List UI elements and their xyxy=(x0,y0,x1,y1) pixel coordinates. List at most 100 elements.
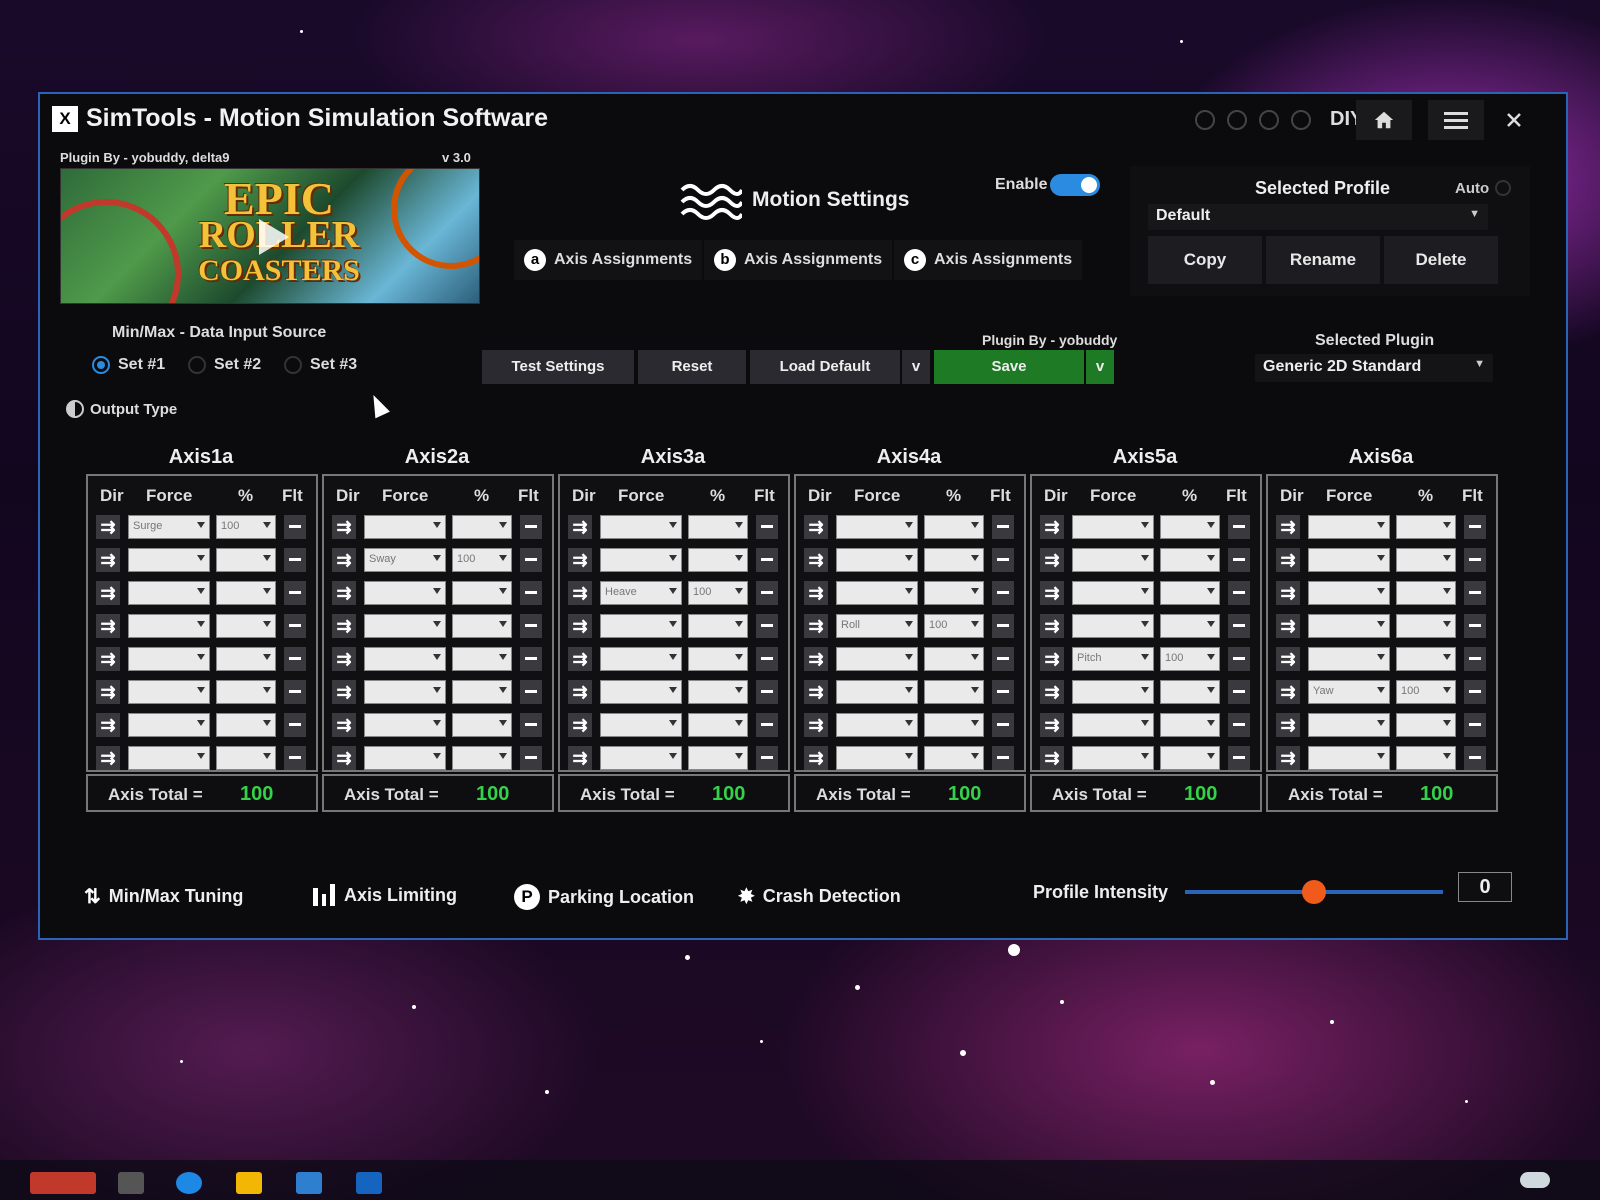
filter-button[interactable] xyxy=(284,713,306,737)
title-bar[interactable]: X SimTools - Motion Simulation Software … xyxy=(40,94,1566,144)
direction-arrow-icon[interactable]: ⇉ xyxy=(96,713,120,737)
force-dropdown[interactable]: Sway xyxy=(364,548,446,572)
force-dropdown[interactable] xyxy=(1072,581,1154,605)
direction-arrow-icon[interactable]: ⇉ xyxy=(332,680,356,704)
minmax-tuning-button[interactable]: ⇅ Min/Max Tuning xyxy=(84,884,243,909)
set-3-option[interactable]: Set #3 xyxy=(284,356,357,374)
direction-arrow-icon[interactable]: ⇉ xyxy=(1040,581,1064,605)
force-dropdown[interactable] xyxy=(1072,515,1154,539)
force-dropdown[interactable] xyxy=(1308,647,1390,671)
menu-button[interactable] xyxy=(1428,100,1484,140)
percent-dropdown[interactable] xyxy=(452,581,512,605)
percent-dropdown[interactable] xyxy=(216,548,276,572)
filter-button[interactable] xyxy=(1464,515,1486,539)
tab-axis-assignments-b[interactable]: b Axis Assignments xyxy=(704,240,893,280)
direction-arrow-icon[interactable]: ⇉ xyxy=(1040,548,1064,572)
filter-button[interactable] xyxy=(1228,515,1250,539)
force-dropdown[interactable] xyxy=(1308,515,1390,539)
radio[interactable] xyxy=(188,356,206,374)
filter-button[interactable] xyxy=(756,581,778,605)
force-dropdown[interactable]: Yaw xyxy=(1308,680,1390,704)
percent-dropdown[interactable] xyxy=(452,515,512,539)
play-icon[interactable] xyxy=(259,219,289,255)
percent-dropdown[interactable] xyxy=(1160,548,1220,572)
filter-button[interactable] xyxy=(1228,680,1250,704)
filter-button[interactable] xyxy=(992,647,1014,671)
filter-button[interactable] xyxy=(1228,581,1250,605)
force-dropdown[interactable] xyxy=(1072,614,1154,638)
force-dropdown[interactable] xyxy=(1072,548,1154,572)
force-dropdown[interactable] xyxy=(836,581,918,605)
force-dropdown[interactable] xyxy=(364,746,446,770)
percent-dropdown[interactable] xyxy=(924,647,984,671)
filter-button[interactable] xyxy=(756,614,778,638)
filter-button[interactable] xyxy=(1228,746,1250,770)
direction-arrow-icon[interactable]: ⇉ xyxy=(332,515,356,539)
percent-dropdown[interactable] xyxy=(216,680,276,704)
filter-button[interactable] xyxy=(992,713,1014,737)
percent-dropdown[interactable] xyxy=(452,713,512,737)
force-dropdown[interactable] xyxy=(1072,680,1154,704)
filter-button[interactable] xyxy=(1464,647,1486,671)
force-dropdown[interactable]: Roll xyxy=(836,614,918,638)
force-dropdown[interactable] xyxy=(128,614,210,638)
direction-arrow-icon[interactable]: ⇉ xyxy=(96,581,120,605)
percent-dropdown[interactable] xyxy=(1160,680,1220,704)
force-dropdown[interactable] xyxy=(128,548,210,572)
percent-dropdown[interactable] xyxy=(924,548,984,572)
percent-dropdown[interactable] xyxy=(216,713,276,737)
percent-dropdown[interactable] xyxy=(1396,647,1456,671)
filter-button[interactable] xyxy=(1228,647,1250,671)
percent-dropdown[interactable] xyxy=(688,746,748,770)
percent-dropdown[interactable] xyxy=(1396,548,1456,572)
direction-arrow-icon[interactable]: ⇉ xyxy=(568,746,592,770)
force-dropdown[interactable] xyxy=(1308,713,1390,737)
percent-dropdown[interactable] xyxy=(452,614,512,638)
load-default-button[interactable]: Load Default xyxy=(750,350,900,384)
percent-dropdown[interactable]: 100 xyxy=(924,614,984,638)
test-settings-button[interactable]: Test Settings xyxy=(482,350,634,384)
crash-detection-button[interactable]: ✸ Crash Detection xyxy=(738,884,901,909)
direction-arrow-icon[interactable]: ⇉ xyxy=(332,746,356,770)
filter-button[interactable] xyxy=(992,515,1014,539)
force-dropdown[interactable] xyxy=(128,647,210,671)
filter-button[interactable] xyxy=(520,647,542,671)
percent-dropdown[interactable] xyxy=(1160,515,1220,539)
filter-button[interactable] xyxy=(284,746,306,770)
axis-limiting-button[interactable]: Axis Limiting xyxy=(312,884,457,906)
filter-button[interactable] xyxy=(284,515,306,539)
plugin-dropdown[interactable]: Generic 2D Standard ▼ xyxy=(1255,354,1493,382)
direction-arrow-icon[interactable]: ⇉ xyxy=(804,581,828,605)
filter-button[interactable] xyxy=(1464,548,1486,572)
direction-arrow-icon[interactable]: ⇉ xyxy=(1040,614,1064,638)
percent-dropdown[interactable] xyxy=(1396,515,1456,539)
force-dropdown[interactable]: Heave xyxy=(600,581,682,605)
slider-thumb[interactable] xyxy=(1302,880,1326,904)
percent-dropdown[interactable] xyxy=(1396,614,1456,638)
tab-axis-assignments-c[interactable]: c Axis Assignments xyxy=(894,240,1083,280)
percent-dropdown[interactable]: 100 xyxy=(216,515,276,539)
direction-arrow-icon[interactable]: ⇉ xyxy=(804,515,828,539)
direction-arrow-icon[interactable]: ⇉ xyxy=(1276,680,1300,704)
force-dropdown[interactable] xyxy=(1308,614,1390,638)
filter-button[interactable] xyxy=(756,548,778,572)
folder-icon[interactable] xyxy=(236,1172,262,1194)
filter-button[interactable] xyxy=(992,614,1014,638)
filter-button[interactable] xyxy=(756,647,778,671)
parking-location-button[interactable]: P Parking Location xyxy=(514,884,694,910)
filter-button[interactable] xyxy=(756,680,778,704)
force-dropdown[interactable] xyxy=(128,746,210,770)
taskbar-app-icon[interactable] xyxy=(30,1172,96,1194)
force-dropdown[interactable] xyxy=(836,515,918,539)
direction-arrow-icon[interactable]: ⇉ xyxy=(804,548,828,572)
filter-button[interactable] xyxy=(284,581,306,605)
percent-dropdown[interactable] xyxy=(1160,614,1220,638)
enable-toggle[interactable] xyxy=(1050,174,1100,196)
force-dropdown[interactable] xyxy=(1308,746,1390,770)
force-dropdown[interactable] xyxy=(836,647,918,671)
direction-arrow-icon[interactable]: ⇉ xyxy=(332,614,356,638)
force-dropdown[interactable] xyxy=(600,647,682,671)
filter-button[interactable] xyxy=(520,614,542,638)
percent-dropdown[interactable] xyxy=(1396,581,1456,605)
reset-button[interactable]: Reset xyxy=(638,350,746,384)
